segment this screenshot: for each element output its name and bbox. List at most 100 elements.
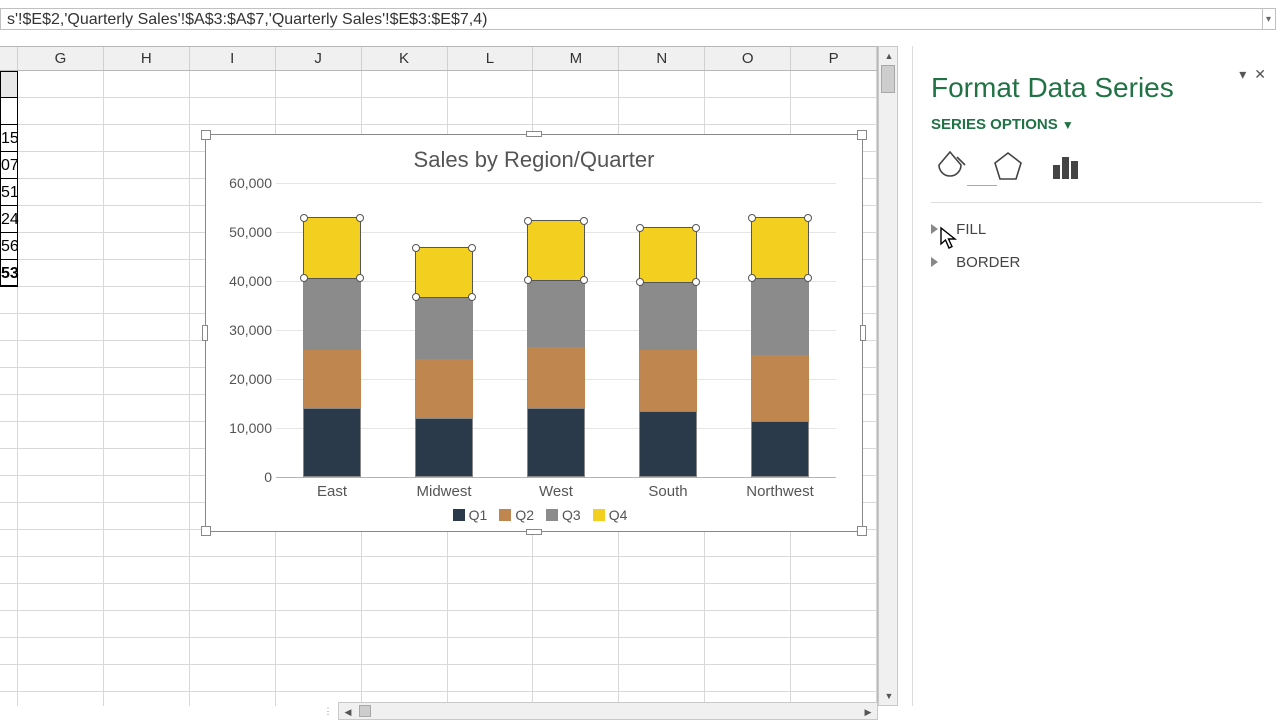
- bar-segment[interactable]: [303, 408, 361, 477]
- cell[interactable]: [18, 422, 104, 449]
- cell[interactable]: [104, 584, 190, 611]
- cell[interactable]: [362, 530, 448, 557]
- cell[interactable]: [362, 665, 448, 692]
- close-icon[interactable]: ✕: [1254, 66, 1266, 83]
- bar-segment[interactable]: [639, 227, 697, 283]
- cell[interactable]: [791, 557, 877, 584]
- task-pane-options-icon[interactable]: ▾: [1239, 66, 1246, 83]
- cell[interactable]: [619, 98, 705, 125]
- cell[interactable]: 53: [0, 260, 18, 287]
- cell[interactable]: [276, 611, 362, 638]
- column-header[interactable]: K: [362, 47, 448, 70]
- cell[interactable]: [18, 611, 104, 638]
- bar-segment[interactable]: [751, 279, 809, 355]
- cell[interactable]: [533, 638, 619, 665]
- cell[interactable]: [190, 692, 276, 706]
- selection-handle[interactable]: [468, 244, 476, 252]
- cell[interactable]: [104, 71, 190, 98]
- resize-handle[interactable]: [526, 131, 542, 137]
- column-header[interactable]: L: [448, 47, 534, 70]
- cell[interactable]: [104, 287, 190, 314]
- cell[interactable]: [448, 71, 534, 98]
- cell[interactable]: [0, 314, 18, 341]
- cell[interactable]: [533, 611, 619, 638]
- cell[interactable]: [190, 611, 276, 638]
- cell[interactable]: [104, 638, 190, 665]
- column-header[interactable]: N: [619, 47, 705, 70]
- selection-handle[interactable]: [468, 293, 476, 301]
- cell[interactable]: [0, 287, 18, 314]
- effects-icon[interactable]: [991, 149, 1025, 186]
- cell[interactable]: 07: [0, 152, 18, 179]
- cell[interactable]: [18, 260, 104, 287]
- cell[interactable]: [18, 557, 104, 584]
- bar-segment[interactable]: [303, 279, 361, 350]
- cell[interactable]: [104, 476, 190, 503]
- cell[interactable]: 56: [0, 233, 18, 260]
- cell[interactable]: [362, 611, 448, 638]
- cell[interactable]: [705, 611, 791, 638]
- bar-segment[interactable]: [303, 350, 361, 409]
- cell[interactable]: [448, 98, 534, 125]
- selection-handle[interactable]: [804, 214, 812, 222]
- cell[interactable]: [104, 314, 190, 341]
- bar-segment[interactable]: [751, 421, 809, 477]
- selection-handle[interactable]: [300, 214, 308, 222]
- cell[interactable]: [791, 71, 877, 98]
- vertical-scrollbar[interactable]: ▲ ▼: [878, 46, 898, 706]
- cell[interactable]: [18, 125, 104, 152]
- cell[interactable]: [0, 557, 18, 584]
- bar-segment[interactable]: [639, 283, 697, 349]
- horizontal-scrollbar[interactable]: ◀ ▶: [338, 702, 878, 720]
- selection-handle[interactable]: [692, 278, 700, 286]
- selection-handle[interactable]: [748, 214, 756, 222]
- formula-bar[interactable]: s'!$E$2,'Quarterly Sales'!$A$3:$A$7,'Qua…: [0, 8, 1263, 30]
- cell[interactable]: [18, 692, 104, 706]
- scroll-left-arrow[interactable]: ◀: [339, 703, 357, 720]
- cell[interactable]: [104, 98, 190, 125]
- column-header-partial[interactable]: [0, 47, 18, 70]
- column-header[interactable]: I: [190, 47, 276, 70]
- cell[interactable]: [791, 584, 877, 611]
- cell[interactable]: [18, 638, 104, 665]
- cell[interactable]: [705, 71, 791, 98]
- cell[interactable]: [0, 341, 18, 368]
- cell[interactable]: [18, 71, 104, 98]
- cell[interactable]: [0, 584, 18, 611]
- cell[interactable]: [104, 395, 190, 422]
- chart-title[interactable]: Sales by Region/Quarter: [206, 147, 862, 173]
- cell[interactable]: [619, 530, 705, 557]
- series-options-icon[interactable]: [1049, 149, 1083, 186]
- cell[interactable]: [190, 584, 276, 611]
- formula-expand-button[interactable]: ▾: [1262, 8, 1276, 30]
- bar-segment[interactable]: [527, 347, 585, 408]
- cell[interactable]: [276, 530, 362, 557]
- cell[interactable]: [104, 503, 190, 530]
- cell[interactable]: [533, 71, 619, 98]
- cell[interactable]: [0, 368, 18, 395]
- cell[interactable]: [18, 206, 104, 233]
- cell[interactable]: [18, 179, 104, 206]
- chart-plot-area[interactable]: [276, 183, 836, 477]
- resize-handle[interactable]: [526, 529, 542, 535]
- resize-handle[interactable]: [857, 526, 867, 536]
- selection-handle[interactable]: [412, 244, 420, 252]
- cell[interactable]: [104, 152, 190, 179]
- column-header[interactable]: M: [533, 47, 619, 70]
- bar-segment[interactable]: [527, 408, 585, 477]
- cell[interactable]: [190, 638, 276, 665]
- cell[interactable]: [448, 638, 534, 665]
- bar-stack[interactable]: [751, 217, 809, 477]
- cell[interactable]: [705, 530, 791, 557]
- cell[interactable]: [276, 638, 362, 665]
- selection-handle[interactable]: [692, 224, 700, 232]
- cell[interactable]: [533, 557, 619, 584]
- cell[interactable]: [18, 368, 104, 395]
- resize-handle[interactable]: [202, 325, 208, 341]
- cell[interactable]: [448, 611, 534, 638]
- cell[interactable]: [104, 449, 190, 476]
- cell[interactable]: [0, 638, 18, 665]
- bar-segment[interactable]: [303, 217, 361, 278]
- cell[interactable]: [104, 206, 190, 233]
- cell[interactable]: [705, 638, 791, 665]
